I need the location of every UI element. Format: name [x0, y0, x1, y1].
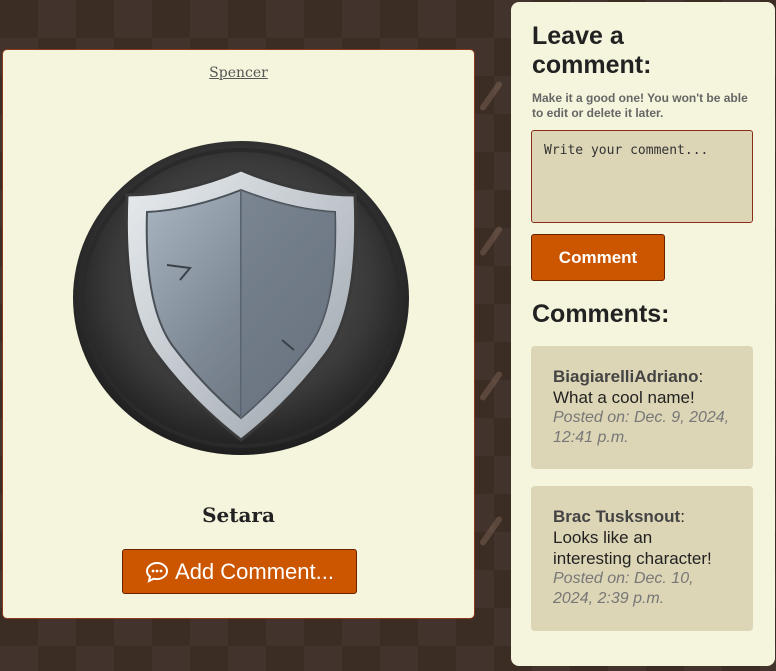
background-sword-decoration — [478, 80, 504, 112]
comment-item: BiagiarelliAdriano: What a cool name! Po… — [531, 346, 753, 469]
leave-comment-heading: Leave a comment: — [532, 22, 652, 79]
submit-comment-button[interactable]: Comment — [531, 234, 665, 281]
add-comment-button[interactable]: Add Comment... — [122, 549, 357, 594]
background-sword-decoration — [478, 370, 504, 402]
comments-heading: Comments: — [532, 300, 670, 328]
comment-timestamp: Posted on: Dec. 10, 2024, 2:39 p.m. — [553, 570, 694, 607]
character-card: Spencer Setara Add Comment... — [2, 49, 475, 619]
comment-sidebar: Leave a comment: Make it a good one! You… — [511, 2, 775, 666]
add-comment-label: Add Comment... — [175, 558, 334, 584]
comment-item: Brac Tusksnout: Looks like an interestin… — [531, 486, 753, 631]
comment-hint: Make it a good one! You won't be able to… — [532, 91, 748, 120]
owner-link[interactable]: Spencer — [3, 65, 474, 81]
background-sword-decoration — [478, 225, 504, 257]
comment-text: What a cool name! — [553, 388, 695, 407]
comment-author: Brac Tusksnout — [553, 507, 681, 526]
comment-textarea[interactable] — [531, 130, 753, 223]
comment-timestamp: Posted on: Dec. 9, 2024, 12:41 p.m. — [553, 409, 730, 446]
shield-icon — [73, 141, 409, 455]
character-name: Setara — [202, 503, 275, 527]
comment-author: BiagiarelliAdriano — [553, 367, 699, 386]
comment-text: Looks like an interesting character! — [553, 528, 712, 568]
comment-dots-icon — [146, 561, 169, 583]
background-sword-decoration — [478, 515, 504, 547]
